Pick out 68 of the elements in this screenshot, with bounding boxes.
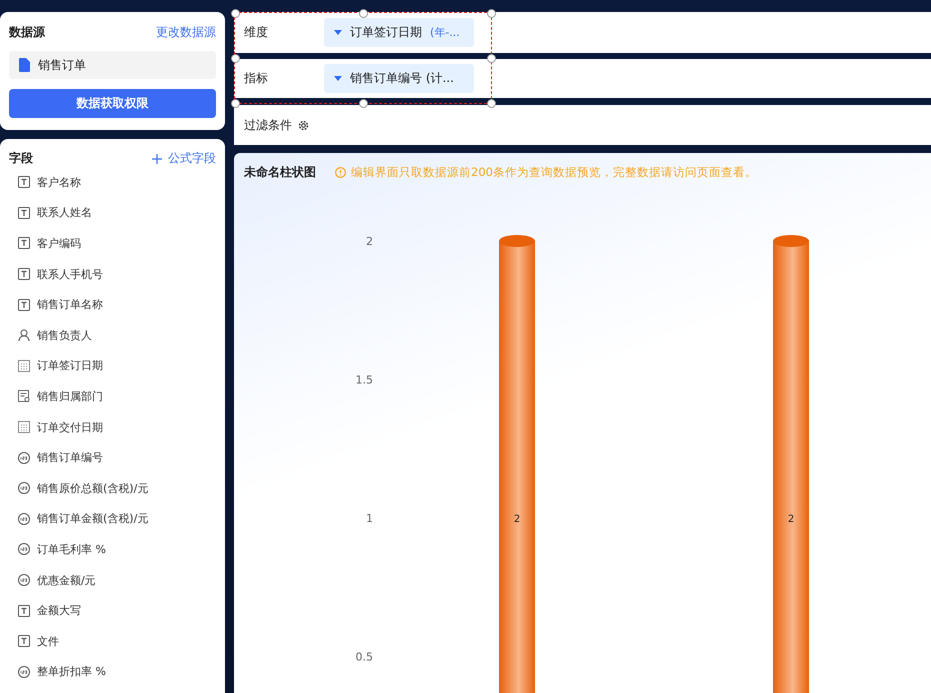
resize-handle[interactable] [487,9,496,18]
dimension-label: 维度 [244,24,269,41]
text-type-icon [18,206,30,219]
number-type-icon [18,543,30,556]
field-item[interactable]: 整单折扣率 % [37,664,106,680]
filter-label: 过滤条件 [244,116,292,134]
field-item[interactable]: 客户编码 [37,236,81,251]
y-axis-tick-label: 0.5 [356,650,373,664]
change-datasource-link[interactable]: 更改数据源 [156,24,216,41]
resize-handle[interactable] [487,99,496,108]
y-axis-tick-label: 2 [366,235,373,248]
number-type-icon [18,666,30,678]
field-item[interactable]: 销售归属部门 [37,388,103,404]
number-type-icon [18,482,30,494]
measure-field-tag[interactable]: 销售订单编号 (计... [324,64,474,93]
datasource-title: 数据源 [9,24,45,41]
person-icon [18,329,30,342]
resize-handle[interactable] [487,54,496,63]
y-axis-tick-label: 1.5 [356,374,373,386]
resize-handle[interactable] [231,99,240,108]
measure-label: 指标 [244,70,269,87]
field-item[interactable]: 金额大写 [37,603,81,618]
data-label: 2 [788,514,794,525]
text-type-icon [18,268,30,280]
settings-icon[interactable] [298,120,309,130]
field-item[interactable]: 联系人手机号 [37,266,103,282]
preview-notice: 编辑界面只取数据源前200条作为查询数据预览，完整数据请访问页面查看。 [351,165,757,180]
field-item[interactable]: 订单交付日期 [37,420,103,435]
fields-title: 字段 [9,150,33,167]
chart-title: 未命名柱状图 [244,164,316,181]
text-type-icon [18,604,30,617]
field-item[interactable]: 销售订单名称 [37,297,103,312]
field-item[interactable]: 订单签订日期 [37,358,103,374]
text-type-icon [18,176,30,188]
text-type-icon [18,237,30,250]
number-type-icon [18,512,30,525]
resize-handle[interactable] [231,54,240,63]
field-item[interactable]: 联系人姓名 [37,205,92,220]
department-icon [18,390,30,402]
field-item[interactable]: 销售负责人 [37,328,92,343]
field-item[interactable]: 订单毛利率 % [37,542,106,557]
field-item[interactable]: 销售订单编号 [37,450,103,466]
number-type-icon [18,452,30,464]
plus-icon [152,154,162,164]
resize-handle[interactable] [359,9,368,18]
resize-handle[interactable] [231,9,240,18]
field-item[interactable]: 销售原价总额(含税)/元 [37,480,148,496]
datasource-item[interactable]: 销售订单 [9,51,216,79]
field-item[interactable]: 优惠金额/元 [37,572,96,588]
caret-icon [334,30,342,35]
y-axis-tick-label: 1 [366,512,373,525]
number-type-icon [18,574,30,586]
field-item[interactable]: 销售订单金额(含税)/元 [37,511,148,526]
datasource-name: 销售订单 [38,56,86,74]
dimension-field-tag[interactable]: 订单签订日期 (年-... [324,18,474,47]
calendar-icon [18,360,30,372]
field-item[interactable]: 客户名称 [37,174,81,190]
document-icon [19,58,30,72]
add-formula-field-link[interactable]: 公式字段 [152,150,216,167]
text-type-icon [18,298,30,311]
permission-button[interactable]: 数据获取权限 [9,89,216,118]
resize-handle[interactable] [359,99,368,108]
calendar-icon [18,421,30,434]
text-type-icon [18,635,30,648]
field-item[interactable]: 文件 [37,634,59,649]
info-icon [335,167,346,178]
data-label: 2 [514,514,520,525]
caret-icon [334,76,342,81]
